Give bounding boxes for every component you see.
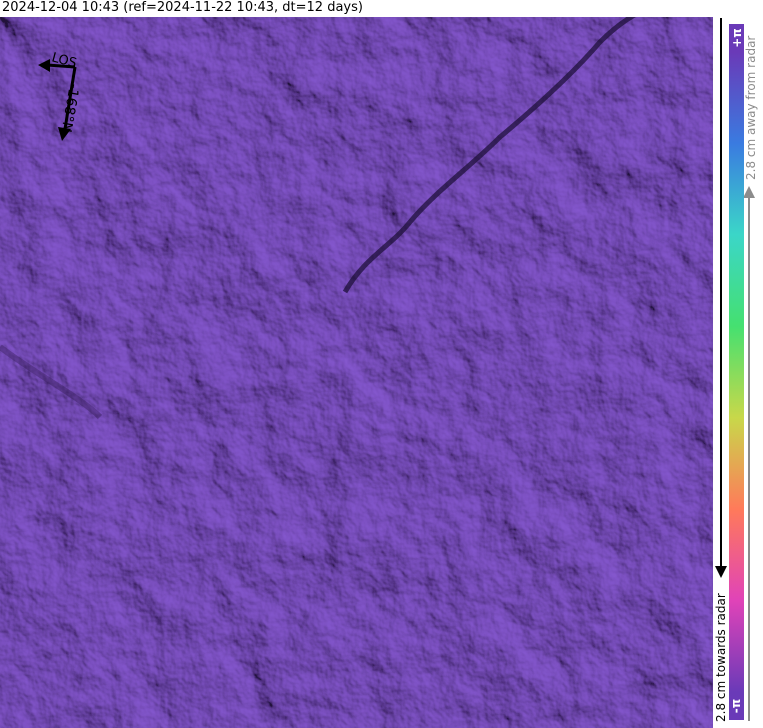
phase-tint — [0, 17, 713, 728]
away-arrow-line — [748, 194, 750, 721]
towards-arrow-head — [715, 566, 727, 578]
phase-colorbar: +π -π — [729, 24, 744, 720]
away-arrow-head — [743, 186, 755, 198]
colorbar-bottom-cap: -π — [729, 692, 744, 720]
interferogram-map: LOS -168°N — [0, 17, 713, 728]
terrain-relief: LOS -168°N — [0, 17, 713, 728]
away-from-radar-label: 2.8 cm away from radar — [744, 35, 758, 180]
towards-radar-label: 2.8 cm towards radar — [714, 593, 728, 722]
colorbar-max-label: +π — [729, 28, 744, 48]
colorbar-ramp — [729, 52, 744, 692]
towards-arrow-line — [720, 18, 722, 572]
colorbar-top-cap: +π — [729, 24, 744, 52]
image-title: 2024-12-04 10:43 (ref=2024-11-22 10:43, … — [2, 0, 363, 15]
colorbar-min-label: -π — [729, 698, 744, 714]
